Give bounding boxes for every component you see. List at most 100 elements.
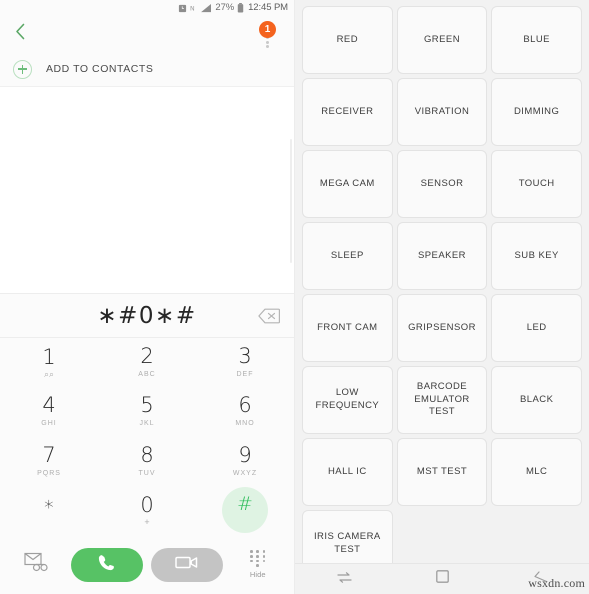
test-cell[interactable]: HALL IC [302, 438, 393, 506]
hide-keypad-button[interactable]: Hide [232, 550, 284, 579]
test-cell-empty [397, 510, 488, 563]
test-cell[interactable]: IRIS CAMERA TEST [302, 510, 393, 563]
test-cell[interactable]: SENSOR [396, 150, 488, 218]
recents-icon [336, 570, 352, 588]
test-cell[interactable]: FRONT CAM [302, 294, 393, 362]
test-cell[interactable]: GREEN [396, 6, 488, 74]
hardware-test-grid: RED GREEN BLUE RECEIVER VIBRATION DIMMING MEGA… [295, 0, 589, 563]
test-cell[interactable]: RED [302, 6, 393, 74]
test-cell[interactable]: MEGA CAM [302, 150, 393, 218]
dialer-panel: N 27% 12:45 PM 1 ADD TO CONTACTS ∗#0∗# 1… [0, 0, 295, 594]
dial-key-digit: 2 [140, 344, 154, 369]
dial-key-digit: 4 [42, 393, 56, 418]
dialer-action-bar: Hide [0, 535, 294, 594]
dial-key-sublabel: GHI [41, 420, 57, 428]
hide-keypad-label: Hide [249, 569, 266, 579]
test-cell-label: GREEN [423, 33, 461, 45]
test-cell[interactable]: SLEEP [302, 222, 393, 290]
test-cell[interactable]: LED [491, 294, 582, 362]
test-cell[interactable]: BLACK [491, 366, 582, 434]
video-camera-icon [175, 555, 199, 575]
svg-text:N: N [190, 5, 195, 12]
scrollbar[interactable] [290, 139, 292, 263]
keypad-dots-icon [250, 550, 266, 567]
dial-key-sublabel: TUV [138, 469, 156, 477]
test-cell-label: IRIS CAMERA TEST [313, 531, 381, 555]
dial-key-sublabel: DEF [236, 371, 254, 379]
battery-percent: 27% [215, 2, 235, 14]
test-cell[interactable]: BLUE [491, 6, 582, 74]
test-cell-label: MLC [525, 465, 548, 477]
dial-key-4[interactable]: 4 GHI [0, 387, 98, 436]
dial-key-hash[interactable]: # [196, 486, 294, 535]
test-cell-empty [491, 510, 582, 563]
test-cell[interactable]: VIBRATION [396, 78, 488, 146]
dial-key-sublabel: ⌕⌕ [43, 369, 55, 380]
voicemail-button[interactable] [10, 552, 62, 577]
number-display: ∗#0∗# [0, 293, 294, 338]
dial-key-9[interactable]: 9 WXYZ [196, 437, 294, 486]
test-cell[interactable]: SPEAKER [396, 222, 488, 290]
dialed-number[interactable]: ∗#0∗# [97, 303, 196, 329]
dial-key-sublabel: PQRS [37, 469, 61, 477]
dial-key-digit: 5 [140, 393, 154, 418]
test-cell[interactable]: MST TEST [396, 438, 488, 506]
test-cell[interactable]: LOW FREQUENCY [302, 366, 393, 434]
call-log-area [0, 86, 294, 293]
dial-key-digit: 0 [140, 492, 154, 517]
call-button[interactable] [70, 547, 143, 582]
test-cell[interactable]: DIMMING [491, 78, 582, 146]
dial-key-digit: 3 [238, 344, 252, 369]
home-button[interactable] [414, 564, 470, 594]
test-cell-label: RECEIVER [321, 105, 374, 117]
dial-keypad[interactable]: 1 ⌕⌕ 2 ABC 3 DEF 4 GHI 5 JKL 6 MNO 7 PQRS 8 TUV 9 WXYZ ∗ 0 +… [0, 338, 294, 535]
dial-key-3[interactable]: 3 DEF [196, 338, 294, 387]
app-bar: 1 [0, 16, 294, 52]
dial-key-2[interactable]: 2 ABC [98, 338, 196, 387]
watermark: wsxdn.com [528, 576, 585, 590]
test-cell[interactable]: RECEIVER [302, 78, 393, 146]
test-cell-label: DIMMING [513, 105, 560, 117]
voicemail-icon [24, 552, 48, 577]
test-cell[interactable]: TOUCH [491, 150, 582, 218]
test-cell[interactable]: SUB KEY [491, 222, 582, 290]
dial-key-sublabel: + [144, 516, 150, 527]
test-cell[interactable]: MLC [491, 438, 582, 506]
overflow-menu-button[interactable]: 1 [255, 21, 283, 51]
test-cell-label: BLUE [523, 33, 550, 45]
test-cell-label: LOW FREQUENCY [315, 387, 380, 411]
test-cell[interactable]: GRIPSENSOR [396, 294, 488, 362]
notification-badge: 1 [259, 21, 276, 38]
status-bar: N 27% 12:45 PM [0, 0, 294, 16]
recents-button[interactable] [316, 564, 372, 594]
test-cell-label: MST TEST [416, 465, 468, 477]
backspace-icon[interactable] [258, 308, 280, 324]
test-cell-label: SLEEP [330, 249, 364, 261]
dial-key-1[interactable]: 1 ⌕⌕ [0, 338, 98, 387]
dial-key-digit: 1 [42, 345, 56, 370]
battery-icon [237, 3, 244, 13]
back-button[interactable] [0, 16, 40, 52]
status-clock: 12:45 PM [248, 2, 288, 14]
dial-key-5[interactable]: 5 JKL [98, 387, 196, 436]
dial-key-sublabel: ABC [138, 371, 156, 379]
dial-key-6[interactable]: 6 MNO [196, 387, 294, 436]
test-cell-label: LED [526, 321, 547, 333]
dial-key-7[interactable]: 7 PQRS [0, 437, 98, 486]
dial-key-star[interactable]: ∗ [0, 486, 98, 535]
phone-screenshot: N 27% 12:45 PM 1 ADD TO CONTACTS ∗#0∗# 1… [0, 0, 589, 594]
test-cell-label: SENSOR [420, 177, 464, 189]
dial-key-8[interactable]: 8 TUV [98, 437, 196, 486]
alarm-icon [178, 4, 187, 13]
test-cell-label: SPEAKER [417, 249, 466, 261]
dial-key-0[interactable]: 0 + [98, 486, 196, 535]
hardware-test-panel: RED GREEN BLUE RECEIVER VIBRATION DIMMING MEGA… [295, 0, 589, 594]
plus-circle-icon [13, 59, 32, 79]
test-cell[interactable]: BARCODE EMULATOR TEST [396, 366, 488, 434]
video-call-button[interactable] [151, 547, 224, 582]
test-cell-label: MEGA CAM [319, 177, 375, 189]
add-to-contacts-row[interactable]: ADD TO CONTACTS [0, 52, 294, 86]
test-cell-label: BLACK [519, 393, 554, 405]
test-cell-label: TOUCH [518, 177, 555, 189]
test-cell-label: BARCODE EMULATOR TEST [414, 380, 470, 418]
